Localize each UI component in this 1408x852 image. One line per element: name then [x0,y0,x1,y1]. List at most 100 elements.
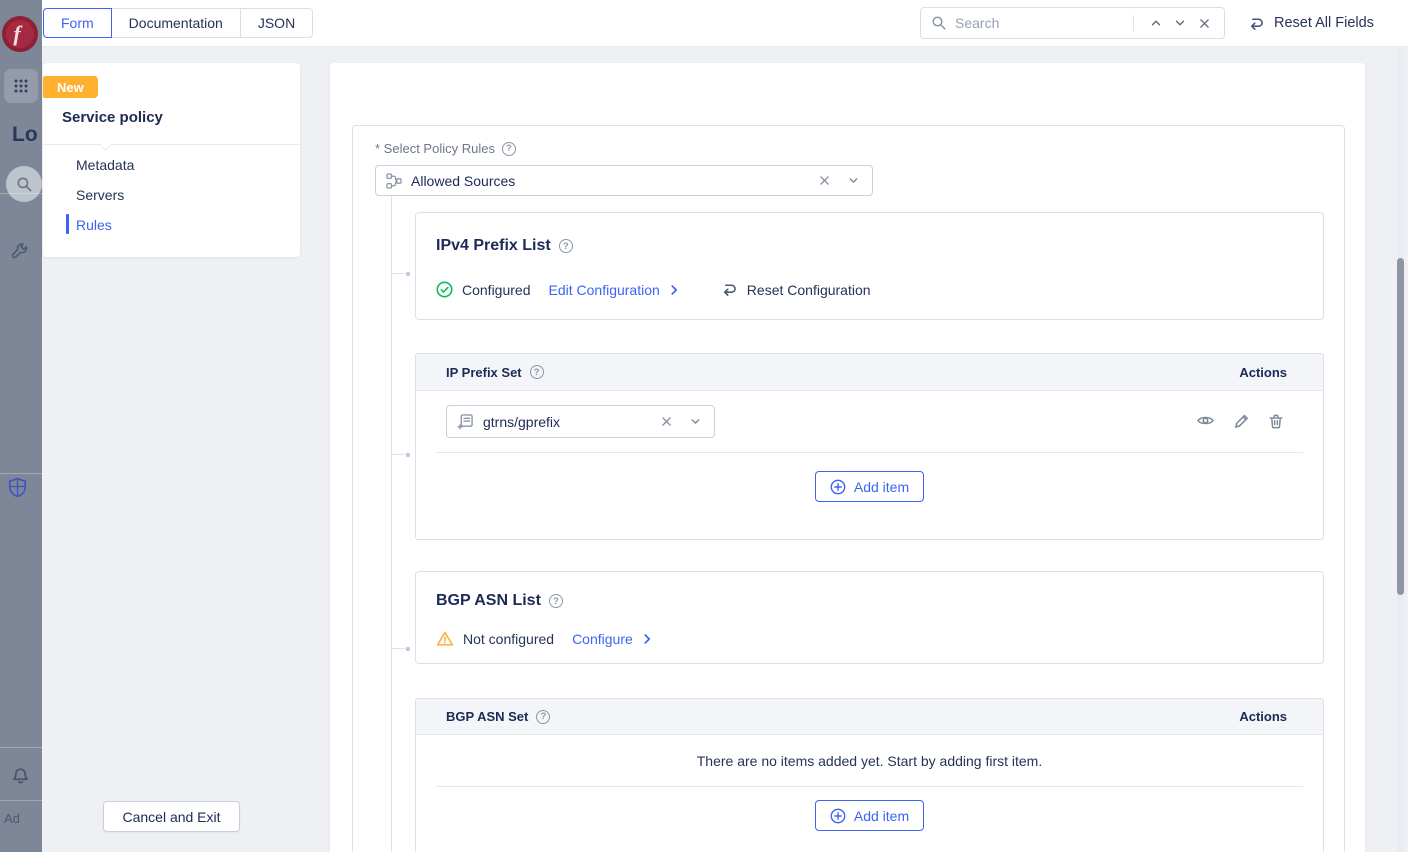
bgp-asn-list-title: BGP ASN List ? [436,592,563,610]
top-bar: Form Documentation JSON [42,0,1408,47]
clear-selection-button[interactable] [818,174,831,187]
nav-item-rules[interactable]: Rules [76,215,112,235]
tab-documentation[interactable]: Documentation [111,8,241,38]
search-next-button[interactable] [1170,13,1190,33]
bgp-status-row: Not configured Configure [436,630,654,648]
divider [0,800,42,801]
divider [0,473,42,474]
app-grid-button[interactable] [4,69,38,103]
policy-rules-value: Allowed Sources [411,173,818,189]
form-title: Service policy [62,109,163,126]
tree-connector [392,273,405,274]
undo-icon [721,281,738,298]
policy-rules-select[interactable]: Allowed Sources [375,165,873,196]
divider [43,144,300,145]
plus-circle-icon [830,479,846,495]
search-clear-button[interactable] [1194,13,1214,33]
f5-logo: f [2,16,38,52]
tab-json[interactable]: JSON [240,8,313,38]
background-search-field [6,166,42,202]
search-icon [16,176,33,193]
help-icon[interactable]: ? [502,142,516,156]
shield-icon [7,477,28,498]
form-nav-card: New Service policy Metadata Servers Rule… [43,63,300,257]
bell-icon [11,765,30,784]
help-icon[interactable]: ? [549,594,563,608]
bgp-asn-set-table: BGP ASN Set ? Actions There are no items… [415,698,1324,852]
check-circle-icon [436,281,453,298]
help-icon[interactable]: ? [559,239,573,253]
empty-state-text: There are no items added yet. Start by a… [697,753,1043,769]
eye-icon [1196,411,1215,430]
clear-selection-button[interactable] [660,415,673,428]
plus-circle-icon [830,808,846,824]
search-prev-button[interactable] [1146,13,1166,33]
bgp-asn-list-card: BGP ASN List ? Not configured Configure [415,571,1324,664]
active-nav-indicator [66,214,69,234]
add-item-button[interactable]: Add item [815,471,924,502]
nav-item-servers[interactable]: Servers [76,185,124,205]
ipv4-prefix-list-title: IPv4 Prefix List ? [436,237,573,255]
policy-rules-label: * Select Policy Rules ? [375,141,516,156]
edit-configuration-link[interactable]: Edit Configuration [549,282,681,298]
help-icon[interactable]: ? [530,365,544,379]
branch-icon [386,173,402,189]
close-icon [818,174,831,187]
row-actions [1196,411,1285,430]
warning-triangle-icon [436,630,454,648]
background-page-title: Lo [12,123,38,147]
search-input[interactable] [955,15,1129,31]
close-icon [660,415,673,428]
dropdown-toggle-button[interactable] [689,415,702,428]
ipv4-status-row: Configured Edit Configuration Reset Conf… [436,281,871,298]
divider-notch [99,138,112,151]
tree-connector [392,648,405,649]
scrollbar-thumb[interactable] [1397,258,1404,595]
rules-panel: Rules Reset All Fields Show Advanced Fie… [330,63,1365,852]
view-tabs: Form Documentation JSON [43,8,313,38]
bgp-asn-set-header: BGP ASN Set ? Actions [416,699,1323,735]
ip-prefix-set-table: IP Prefix Set ? Actions [415,353,1324,540]
reset-configuration-button[interactable]: Reset Configuration [721,281,871,298]
ip-prefix-value: gtrns/gprefix [483,414,660,430]
dropdown-toggle-button[interactable] [847,174,860,187]
divider [436,786,1303,787]
divider [436,452,1303,453]
screen: f Lo Ad For [0,0,1408,852]
bgp-asn-set-title: BGP ASN Set ? [446,709,550,724]
chevron-right-icon [667,283,681,297]
chevron-down-icon [847,174,860,187]
undo-icon [1248,15,1265,32]
delete-row-button[interactable] [1267,411,1285,430]
ip-prefix-set-header: IP Prefix Set ? Actions [416,354,1323,391]
search-box [920,7,1225,39]
list-add-icon [457,413,474,430]
bgp-status-text: Not configured [463,631,554,647]
help-icon[interactable]: ? [536,710,550,724]
table-row: gtrns/gprefix [416,391,1323,453]
nav-item-metadata[interactable]: Metadata [76,155,134,175]
ip-prefix-select[interactable]: gtrns/gprefix [446,405,715,438]
ipv4-prefix-list-card: IPv4 Prefix List ? Configured Edit Confi… [415,212,1324,320]
rules-form-body: * Select Policy Rules ? Allowed Sources [352,125,1345,852]
app-grid-icon [13,78,29,94]
configure-link[interactable]: Configure [572,631,654,647]
tab-form[interactable]: Form [43,8,112,38]
edit-row-button[interactable] [1232,411,1250,430]
ip-prefix-set-title: IP Prefix Set ? [446,365,544,380]
add-item-area: Add item [416,453,1323,502]
cancel-and-exit-button[interactable]: Cancel and Exit [103,801,240,832]
divider [1133,15,1134,31]
close-icon [1198,17,1211,30]
new-badge: New [43,76,98,98]
divider [0,193,42,194]
actions-column-header: Actions [1239,709,1287,724]
background-app-nav: f Lo Ad [0,0,42,852]
add-item-button[interactable]: Add item [815,800,924,831]
reset-all-fields-button[interactable]: Reset All Fields [1248,8,1374,38]
view-row-button[interactable] [1196,411,1215,430]
chevron-down-icon [689,415,702,428]
ipv4-status-text: Configured [462,282,531,298]
wrench-icon [10,242,29,261]
trash-icon [1267,412,1285,430]
